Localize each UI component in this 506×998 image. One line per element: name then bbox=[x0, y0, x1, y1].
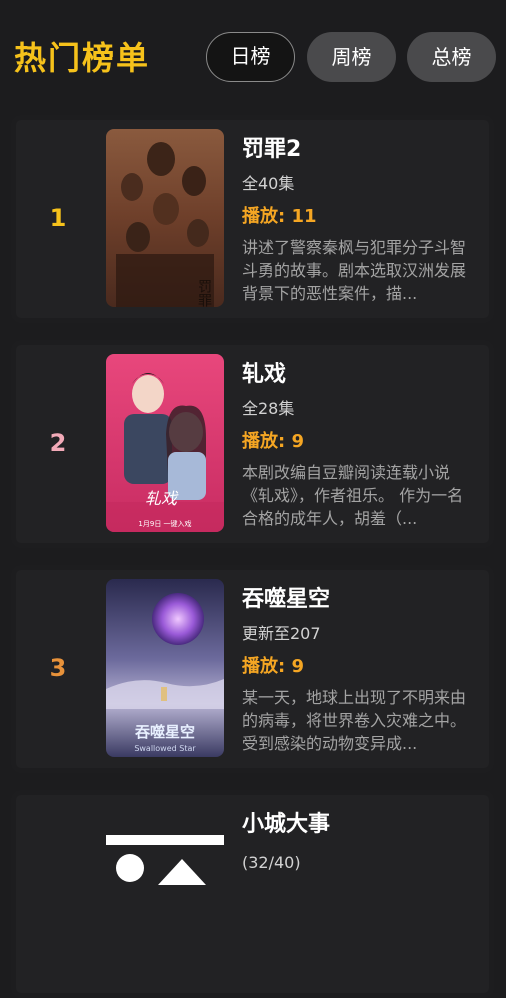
page-title: 热门榜单 bbox=[14, 39, 151, 77]
poster-title-text: 吞噬星空 bbox=[134, 723, 195, 741]
play-count: 播放: 11 bbox=[242, 206, 317, 227]
list-item[interactable]: 1 罚罪 罚罪2 全40集 播放: 11 讲述了警察秦枫与犯罪分子斗智斗勇的故事… bbox=[11, 115, 494, 323]
rank-number: 3 bbox=[49, 654, 67, 682]
description: 某一天，地球上出现了不明来由的病毒，将世界卷入灾难之中。受到感染的动物变异成..… bbox=[242, 688, 467, 753]
tab-total[interactable]: 总榜 bbox=[407, 32, 496, 82]
poster-image[interactable]: 罚罪 bbox=[106, 129, 224, 307]
poster-caption-text: 1月9日 一键入戏 bbox=[138, 519, 191, 528]
episode-count: 全28集 bbox=[242, 399, 295, 418]
play-count: 播放: 9 bbox=[242, 431, 304, 452]
drama-title[interactable]: 吞噬星空 bbox=[242, 585, 330, 615]
poster-title-text: 罚罪 bbox=[196, 279, 212, 307]
tab-weekly[interactable]: 周榜 bbox=[307, 32, 396, 82]
episode-count: 更新至207 bbox=[242, 624, 321, 643]
tab-daily[interactable]: 日榜 bbox=[206, 32, 295, 82]
description: 本剧改编自豆瓣阅读连载小说《轧戏》，作者祖乐。 作为一名合格的成年人，胡羞（..… bbox=[242, 463, 464, 528]
rank-number: 1 bbox=[49, 204, 67, 232]
list-item[interactable]: 3 吞噬星空 Swallowed Star 吞噬星空 更新至207 播放: 9 … bbox=[11, 565, 494, 773]
poster-placeholder-icon bbox=[106, 835, 224, 885]
description: 讲述了警察秦枫与犯罪分子斗智斗勇的故事。剧本选取汉洲发展背景下的恶性案件，描..… bbox=[242, 238, 467, 303]
poster-image[interactable]: 吞噬星空 Swallowed Star bbox=[106, 579, 224, 757]
drama-title[interactable]: 罚罪2 bbox=[242, 135, 301, 165]
drama-title[interactable]: 轧戏 bbox=[242, 360, 286, 390]
poster-image[interactable]: 轧戏 1月9日 一键入戏 bbox=[106, 354, 224, 532]
list-item[interactable]: 2 轧戏 1月9日 一键入戏 轧戏 全28集 播放: 9 本剧改编自豆瓣阅读连载… bbox=[11, 340, 494, 548]
poster-title-text: 轧戏 bbox=[145, 489, 179, 508]
poster-caption-text: Swallowed Star bbox=[134, 744, 196, 753]
page-header: 热门榜单 日榜 周榜 总榜 bbox=[0, 0, 506, 112]
list-item[interactable]: 小城大事 (32/40) bbox=[11, 790, 494, 998]
play-count: 播放: 9 bbox=[242, 656, 304, 677]
episode-count: 全40集 bbox=[242, 174, 295, 193]
rank-number: 2 bbox=[49, 429, 67, 457]
drama-title[interactable]: 小城大事 bbox=[242, 810, 330, 840]
episode-count: (32/40) bbox=[242, 853, 301, 872]
